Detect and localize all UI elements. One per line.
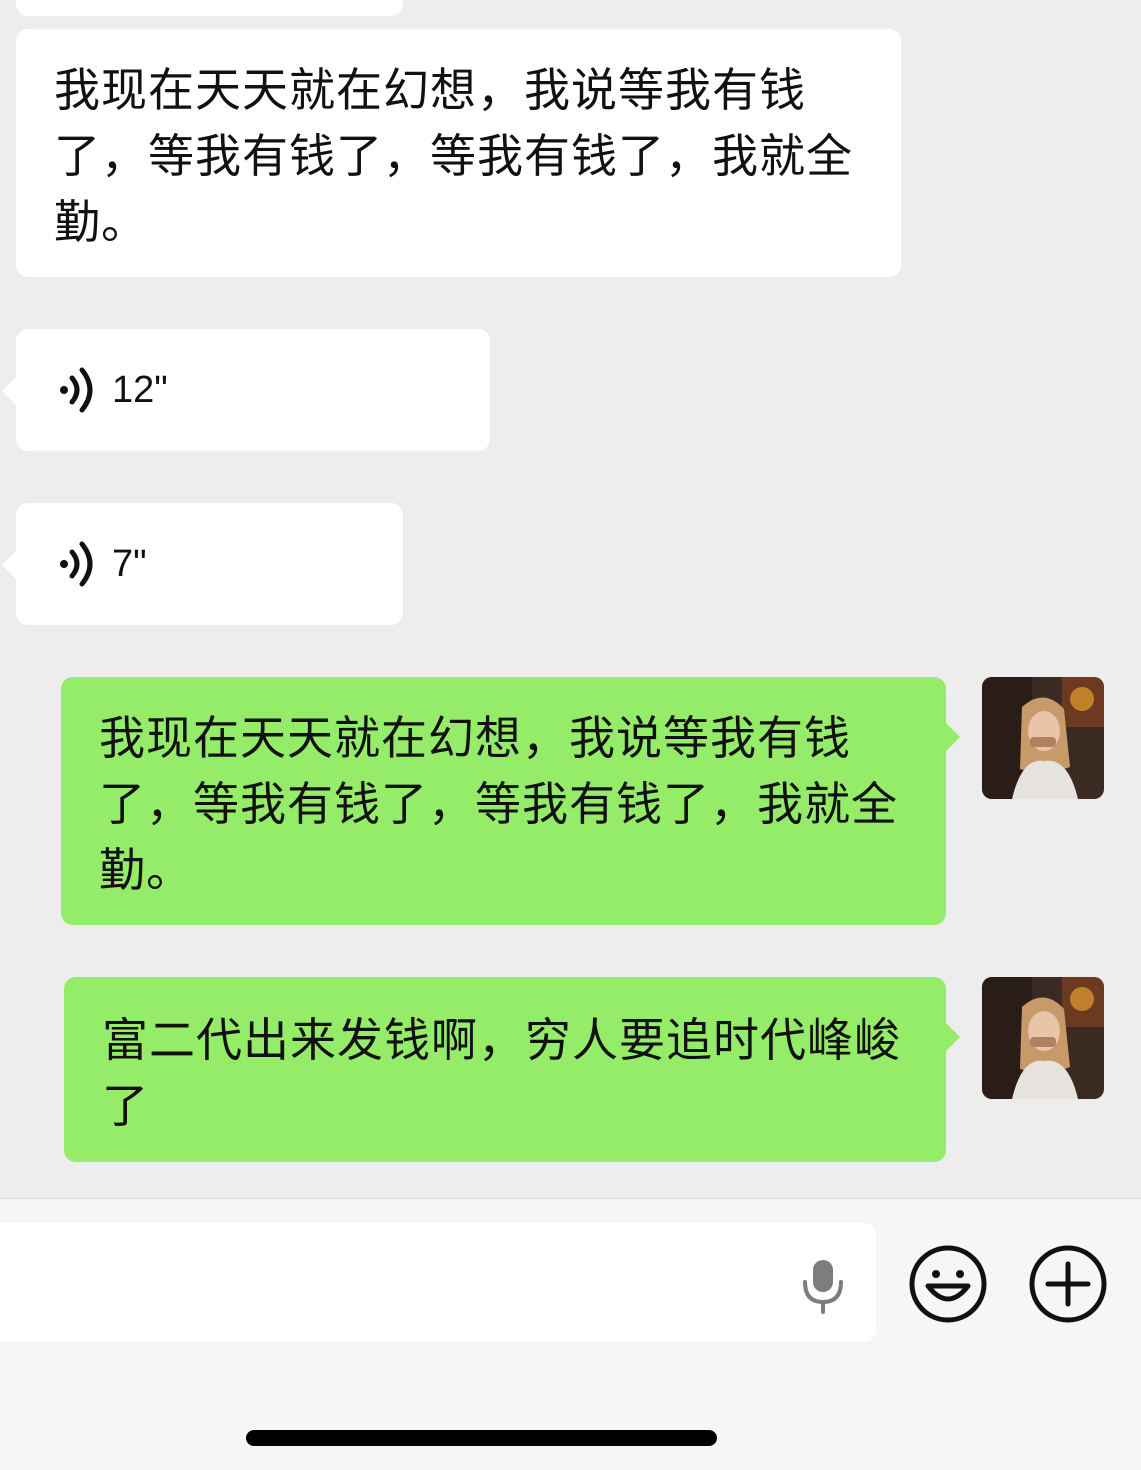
voice-wave-icon [60,367,93,413]
message-text: 我现在天天就在幻想，我说等我有钱了，等我有钱了，等我有钱了，我就全勤。 [99,711,898,897]
user-avatar[interactable] [982,977,1104,1099]
avatar-photo [982,677,1104,799]
emoji-smile-icon[interactable] [908,1244,988,1324]
plus-icon[interactable] [1028,1244,1108,1324]
home-indicator[interactable] [246,1430,717,1446]
message-bubble-partial[interactable] [16,0,403,16]
avatar-photo [982,977,1104,1099]
outgoing-text-message[interactable]: 富二代出来发钱啊，穷人要追时代峰峻了 [64,977,960,1162]
voice-wave-icon [60,541,93,587]
voice-duration: 7" [112,542,147,585]
message-input[interactable] [0,1223,876,1342]
microphone-icon[interactable] [800,1258,846,1314]
outgoing-text-message[interactable]: 我现在天天就在幻想，我说等我有钱了，等我有钱了，等我有钱了，我就全勤。 [61,677,960,925]
incoming-text-message[interactable]: 我现在天天就在幻想，我说等我有钱了，等我有钱了，等我有钱了，我就全勤。 [16,29,901,277]
incoming-voice-message[interactable]: 7" [2,503,403,625]
user-avatar[interactable] [982,677,1104,799]
message-text: 富二代出来发钱啊，穷人要追时代峰峻了 [102,1013,901,1133]
incoming-voice-message[interactable]: 12" [2,329,490,451]
message-text: 我现在天天就在幻想，我说等我有钱了，等我有钱了，等我有钱了，我就全勤。 [54,63,853,249]
voice-duration: 12" [112,368,168,411]
